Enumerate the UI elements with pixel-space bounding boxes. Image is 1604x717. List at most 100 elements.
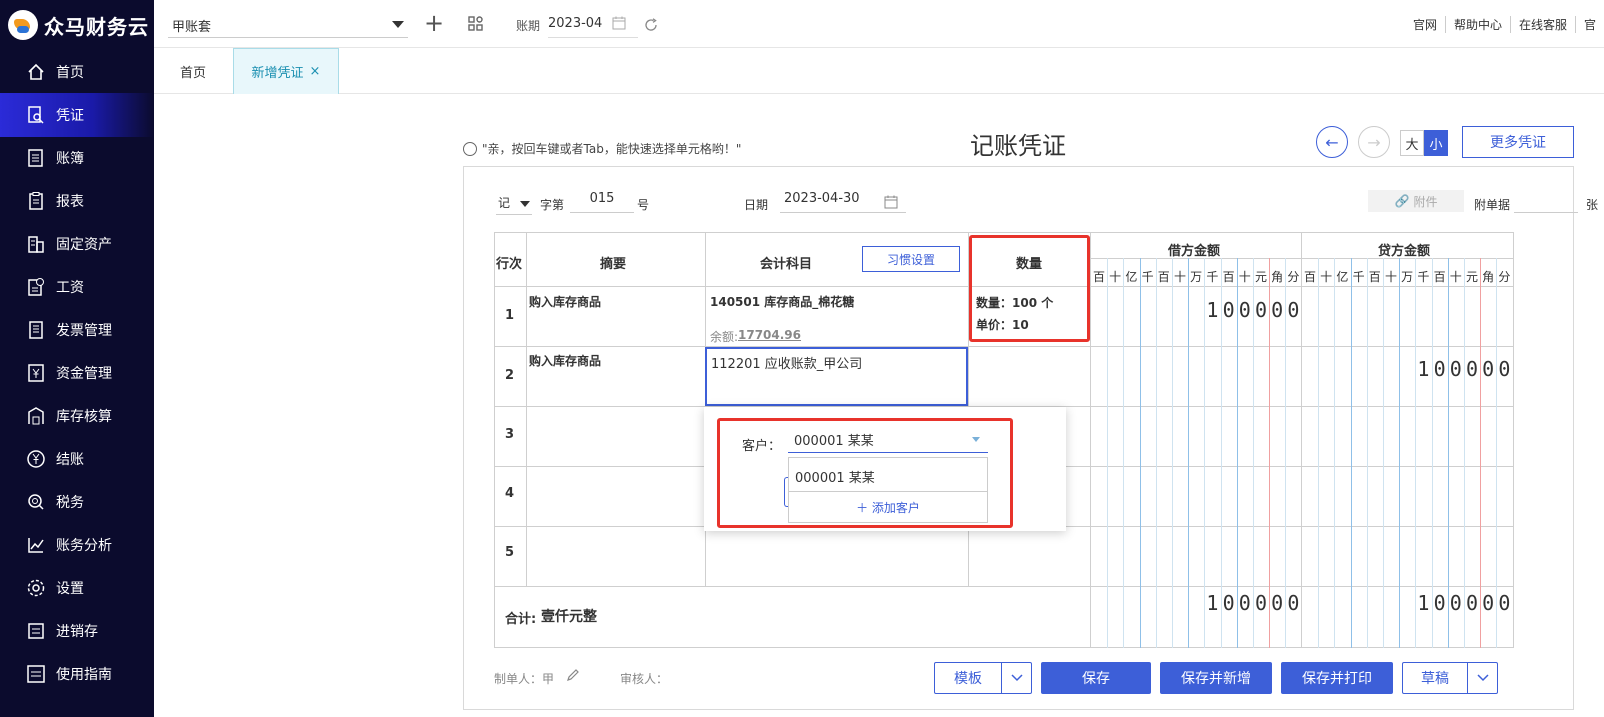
total-amount-words: 壹仟元整 bbox=[541, 609, 597, 625]
row-1-debit-digit: 0 bbox=[1238, 298, 1251, 322]
digit-rule bbox=[1334, 258, 1336, 648]
sidebar-item-6[interactable]: 工资 bbox=[0, 265, 154, 309]
more-vouchers-button[interactable]: 更多凭证 bbox=[1462, 126, 1574, 158]
digit-rule bbox=[1383, 258, 1384, 648]
credit-digit-header: 分 bbox=[1498, 270, 1511, 284]
header-account: 会计科目 bbox=[760, 257, 813, 272]
arrow-right-icon[interactable]: → bbox=[1358, 126, 1390, 158]
reviewer-label: 审核人： bbox=[620, 672, 669, 686]
yen-circle-icon bbox=[26, 449, 46, 469]
tab-home[interactable]: 首页 bbox=[154, 48, 232, 94]
sidebar-item-8[interactable]: 资金管理 bbox=[0, 351, 154, 395]
digit-rule bbox=[1318, 258, 1320, 648]
habit-settings-button[interactable]: 习惯设置 bbox=[862, 246, 960, 272]
debit-digit-header: 十 bbox=[1173, 270, 1186, 284]
digit-rule bbox=[1464, 258, 1465, 648]
credit-digit-header: 十 bbox=[1320, 270, 1333, 284]
voucher-number-input[interactable]: 015 bbox=[570, 189, 634, 213]
account-set-select[interactable]: 甲账套 bbox=[168, 12, 408, 38]
chevron-down-icon[interactable] bbox=[1467, 663, 1497, 693]
row-1-debit-digit: 0 bbox=[1254, 298, 1268, 322]
digit-rule bbox=[1447, 258, 1449, 648]
sidebar-item-12[interactable]: 账务分析 bbox=[0, 523, 154, 567]
sidebar: 众马财务云 首页 凭证 账簿 报表 固定资产 工资 发票管理 资金管理 库存核算 结账税务账务分析… bbox=[0, 0, 154, 717]
tax-icon bbox=[26, 492, 46, 512]
calendar-icon[interactable] bbox=[612, 16, 626, 30]
debit-digit-header: 千 bbox=[1206, 270, 1219, 284]
ledger-icon bbox=[26, 148, 46, 168]
total-credit-digit: 1 bbox=[1417, 591, 1430, 615]
building-icon bbox=[26, 234, 46, 254]
sidebar-item-10[interactable]: 结账 bbox=[0, 437, 154, 481]
digit-rule bbox=[1107, 258, 1109, 648]
sidebar-item-label: 税务 bbox=[56, 495, 84, 511]
save-and-print-button[interactable]: 保存并打印 bbox=[1281, 662, 1393, 694]
add-icon[interactable]: + bbox=[424, 11, 444, 35]
refresh-icon[interactable] bbox=[644, 18, 658, 32]
row-2-credit-digit: 0 bbox=[1449, 357, 1462, 381]
arrow-left-icon[interactable]: ← bbox=[1316, 126, 1348, 158]
pencil-icon[interactable] bbox=[566, 668, 580, 682]
sidebar-item-11[interactable]: 税务 bbox=[0, 480, 154, 524]
close-icon[interactable]: × bbox=[310, 64, 321, 79]
debit-digit-header: 千 bbox=[1141, 270, 1154, 284]
tab-new-voucher-label: 新增凭证 bbox=[251, 66, 304, 81]
row-2-credit-digit: 0 bbox=[1498, 357, 1511, 381]
sidebar-item-1[interactable]: 首页 bbox=[0, 50, 154, 94]
digit-rule bbox=[1172, 258, 1173, 648]
total-debit-digit: 0 bbox=[1287, 591, 1300, 615]
sidebar-item-14[interactable]: 进销存 bbox=[0, 609, 154, 653]
sidebar-item-label: 进销存 bbox=[56, 624, 98, 640]
topbar: 甲账套 + 账期 2023-04 官网 帮助中心 在线客服 官 bbox=[154, 0, 1604, 48]
link-help-center[interactable]: 帮助中心 bbox=[1446, 16, 1511, 33]
digit-rule bbox=[1139, 258, 1141, 648]
salary-icon bbox=[26, 277, 46, 297]
save-button[interactable]: 保存 bbox=[1041, 662, 1151, 694]
row-2-credit-digit: 0 bbox=[1482, 357, 1495, 381]
calendar-icon[interactable] bbox=[884, 195, 898, 209]
app-name: 众马财务云 bbox=[44, 14, 149, 39]
row-2-summary[interactable]: 购入库存商品 bbox=[529, 352, 601, 369]
debit-digit-header: 百 bbox=[1222, 270, 1235, 284]
sidebar-item-7[interactable]: 发票管理 bbox=[0, 308, 154, 352]
credit-digit-header: 角 bbox=[1482, 270, 1495, 284]
template-button[interactable]: 模板 bbox=[934, 662, 1032, 694]
attachment-button[interactable]: 🔗 附件 bbox=[1368, 190, 1464, 212]
home-icon bbox=[26, 62, 46, 82]
draft-label: 草稿 bbox=[1421, 671, 1449, 687]
link-official-site[interactable]: 官网 bbox=[1405, 16, 1446, 33]
credit-digit-header: 千 bbox=[1352, 270, 1365, 284]
sidebar-item-2[interactable]: 凭证 bbox=[0, 93, 154, 137]
size-small-button[interactable]: 小 bbox=[1424, 130, 1448, 156]
sidebar-item-9[interactable]: 库存核算 bbox=[0, 394, 154, 438]
link-truncated[interactable]: 官 bbox=[1576, 16, 1604, 33]
logo-icon bbox=[8, 10, 38, 40]
tab-new-voucher[interactable]: 新增凭证 × bbox=[233, 48, 339, 94]
apps-grid-icon[interactable] bbox=[468, 16, 484, 32]
attachment-label: 附件 bbox=[1413, 194, 1438, 209]
row-1-balance-label: 余额: bbox=[710, 330, 739, 344]
draft-button[interactable]: 草稿 bbox=[1402, 662, 1498, 694]
digit-rule bbox=[1415, 258, 1417, 648]
sidebar-item-13[interactable]: 设置 bbox=[0, 566, 154, 610]
row-1-account[interactable]: 140501 库存商品_棉花糖 bbox=[710, 293, 854, 310]
row-1-summary[interactable]: 购入库存商品 bbox=[529, 293, 601, 310]
chevron-down-icon[interactable] bbox=[1001, 663, 1031, 693]
attach-count-input[interactable] bbox=[1514, 189, 1578, 213]
voucher-word-select[interactable]: 记 bbox=[498, 194, 530, 211]
row-1-balance[interactable]: 17704.96 bbox=[738, 328, 801, 342]
amount-header-divider bbox=[1091, 258, 1514, 259]
sidebar-item-3[interactable]: 账簿 bbox=[0, 136, 154, 180]
sidebar-item-4[interactable]: 报表 bbox=[0, 179, 154, 223]
row-divider bbox=[494, 586, 1514, 587]
size-large-button[interactable]: 大 bbox=[1400, 130, 1424, 156]
digit-rule bbox=[1399, 258, 1401, 648]
digit-rule bbox=[1350, 258, 1352, 648]
link-online-service[interactable]: 在线客服 bbox=[1511, 16, 1576, 33]
sidebar-item-15[interactable]: 使用指南 bbox=[0, 652, 154, 696]
logo[interactable]: 众马财务云 bbox=[0, 0, 154, 50]
row-2-credit-digit: 0 bbox=[1465, 357, 1479, 381]
account-input-editing[interactable]: 112201 应收账款_甲公司 bbox=[705, 347, 968, 406]
sidebar-item-5[interactable]: 固定资产 bbox=[0, 222, 154, 266]
save-and-new-button[interactable]: 保存并新增 bbox=[1160, 662, 1272, 694]
